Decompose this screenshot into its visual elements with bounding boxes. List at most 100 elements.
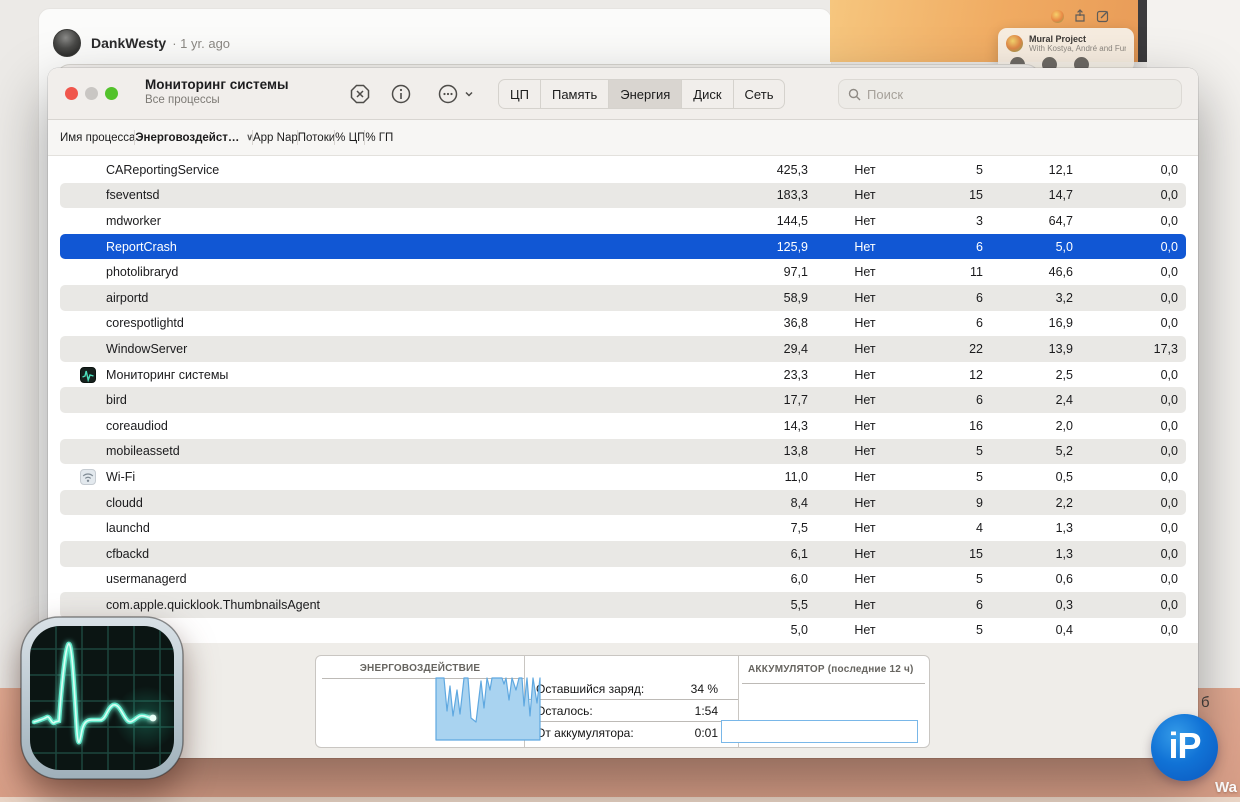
battery-level-graph: [721, 720, 918, 743]
table-row[interactable]: fseventsd 183,3 Нет 15 14,7 0,0: [60, 183, 1186, 209]
column-header[interactable]: % ЦП ∨: [335, 120, 365, 155]
table-row[interactable]: cfbackd 6,1 Нет 15 1,3 0,0: [60, 541, 1186, 567]
mural-project-avatar: [1006, 35, 1023, 52]
search-field[interactable]: [838, 79, 1182, 109]
gpu-percent-value: 0,0: [1090, 316, 1186, 330]
energy-impact-value: 7,5: [660, 521, 822, 535]
search-input[interactable]: [867, 87, 1172, 102]
tab[interactable]: Память: [540, 80, 608, 108]
chevron-down-icon[interactable]: [464, 89, 474, 99]
process-name: photolibraryd: [106, 265, 178, 279]
table-row[interactable]: usermanagerd 6,0 Нет 5 0,6 0,0: [60, 567, 1186, 593]
window-title: Мониторинг системы: [145, 77, 288, 92]
app-nap-value: Нет: [822, 163, 908, 177]
tab[interactable]: Энергия: [608, 80, 681, 108]
close-button[interactable]: [65, 87, 78, 100]
activity-monitor-app-icon[interactable]: [20, 616, 184, 780]
threads-value: 5: [908, 623, 995, 637]
threads-value: 15: [908, 188, 995, 202]
table-header: Имя процесса ∨ Энерговоздейст… ∨ App Nap…: [48, 120, 1198, 156]
table-row[interactable]: cloudd 8,4 Нет 9 2,2 0,0: [60, 490, 1186, 516]
threads-value: 9: [908, 496, 995, 510]
cpu-percent-value: 3,2: [995, 291, 1090, 305]
table-row[interactable]: ReportCrash 125,9 Нет 6 5,0 0,0: [60, 234, 1186, 260]
gpu-percent-value: 0,0: [1090, 470, 1186, 484]
table-row[interactable]: corespotlightd 36,8 Нет 6 16,9 0,0: [60, 311, 1186, 337]
share-icon[interactable]: [1073, 9, 1087, 23]
window-subtitle: Все процессы: [145, 94, 288, 106]
tab[interactable]: Сеть: [733, 80, 785, 108]
energy-impact-value: 183,3: [660, 188, 822, 202]
gpu-percent-value: 0,0: [1090, 163, 1186, 177]
table-row[interactable]: com.apple.quicklook.ThumbnailsAgent 5,5 …: [60, 592, 1186, 618]
energy-impact-value: 5,0: [660, 623, 822, 637]
table-row[interactable]: Мониторинг системы 23,3 Нет 12 2,5 0,0: [60, 362, 1186, 388]
tab[interactable]: Диск: [681, 80, 732, 108]
cpu-percent-value: 0,5: [995, 470, 1090, 484]
table-row[interactable]: airportd 58,9 Нет 6 3,2 0,0: [60, 285, 1186, 311]
more-options-button[interactable]: [437, 83, 459, 105]
cpu-percent-value: 46,6: [995, 265, 1090, 279]
table-row[interactable]: launchd 7,5 Нет 4 1,3 0,0: [60, 515, 1186, 541]
cpu-percent-value: 5,0: [995, 240, 1090, 254]
gpu-percent-value: 0,0: [1090, 444, 1186, 458]
table-row[interactable]: Wi-Fi 11,0 Нет 5 0,5 0,0: [60, 464, 1186, 490]
threads-value: 6: [908, 240, 995, 254]
column-header[interactable]: Энерговоздейст… ∨: [135, 120, 253, 155]
energy-impact-value: 14,3: [660, 419, 822, 433]
energy-impact-value: 36,8: [660, 316, 822, 330]
app-nap-value: Нет: [822, 521, 908, 535]
comment-author[interactable]: DankWesty: [91, 35, 166, 51]
desktop-bottom-strip: [0, 797, 1240, 802]
table-row[interactable]: mdworker 144,5 Нет 3 64,7 0,0: [60, 208, 1186, 234]
battery-stats: Оставшийся заряд: 34 % Осталось: 1:54 От…: [524, 678, 738, 744]
process-name: coreaudiod: [106, 419, 168, 433]
table-row[interactable]: CAReportingService 425,3 Нет 5 12,1 0,0: [60, 157, 1186, 183]
threads-value: 5: [908, 470, 995, 484]
process-name: mobileassetd: [106, 444, 180, 458]
cpu-percent-value: 2,5: [995, 368, 1090, 382]
compose-icon[interactable]: [1096, 9, 1110, 23]
table-row[interactable]: mobileassetd 13,8 Нет 5 5,2 0,0: [60, 439, 1186, 465]
table-row[interactable]: bird 17,7 Нет 6 2,4 0,0: [60, 387, 1186, 413]
column-header[interactable]: Имя процесса ∨: [60, 120, 135, 155]
process-name: CAReportingService: [106, 163, 219, 177]
table-row[interactable]: photolibraryd 97,1 Нет 11 46,6 0,0: [60, 259, 1186, 285]
gpu-percent-value: 17,3: [1090, 342, 1186, 356]
inspect-process-button[interactable]: [390, 83, 412, 105]
app-nap-value: Нет: [822, 393, 908, 407]
collaborator-avatar-icon[interactable]: [1051, 10, 1064, 23]
gpu-percent-value: 0,0: [1090, 521, 1186, 535]
battery-stat-row: Осталось: 1:54: [524, 700, 738, 722]
process-name: usermanagerd: [106, 572, 187, 586]
energy-impact-value: 17,7: [660, 393, 822, 407]
table-row[interactable]: WindowServer 29,4 Нет 22 13,9 17,3: [60, 336, 1186, 362]
minimize-button[interactable]: [85, 87, 98, 100]
table-row[interactable]: coreaudiod 14,3 Нет 16 2,0 0,0: [60, 413, 1186, 439]
laptop-bezel: [1138, 0, 1147, 62]
app-nap-value: Нет: [822, 291, 908, 305]
app-nap-value: Нет: [822, 470, 908, 484]
energy-impact-value: 29,4: [660, 342, 822, 356]
table-row[interactable]: 5,0 Нет 5 0,4 0,0: [60, 618, 1186, 644]
gpu-percent-value: 0,0: [1090, 419, 1186, 433]
quit-process-button[interactable]: [349, 83, 371, 105]
gpu-percent-value: 0,0: [1090, 572, 1186, 586]
stat-value: 34 %: [691, 682, 718, 696]
app-nap-value: Нет: [822, 240, 908, 254]
mural-project-title: Mural Project: [1029, 34, 1126, 44]
column-header[interactable]: App Nap ∨: [253, 120, 298, 155]
avatar[interactable]: [53, 29, 81, 57]
watermark-text: Wa: [1215, 779, 1237, 796]
battery-chart-axis-line: [742, 683, 925, 684]
threads-value: 6: [908, 393, 995, 407]
gpu-percent-value: 0,0: [1090, 547, 1186, 561]
battery-chart-title: АККУМУЛЯТОР (последние 12 ч): [748, 664, 914, 675]
ellipsis-icon: [437, 83, 459, 105]
zoom-button[interactable]: [105, 87, 118, 100]
column-header[interactable]: % ГП ∨: [365, 120, 393, 155]
column-header[interactable]: Потоки ∨: [298, 120, 335, 155]
tab[interactable]: ЦП: [499, 80, 540, 108]
window-toolbar: Мониторинг системы Все процессы: [48, 68, 1198, 120]
energy-impact-graph: [434, 678, 542, 742]
